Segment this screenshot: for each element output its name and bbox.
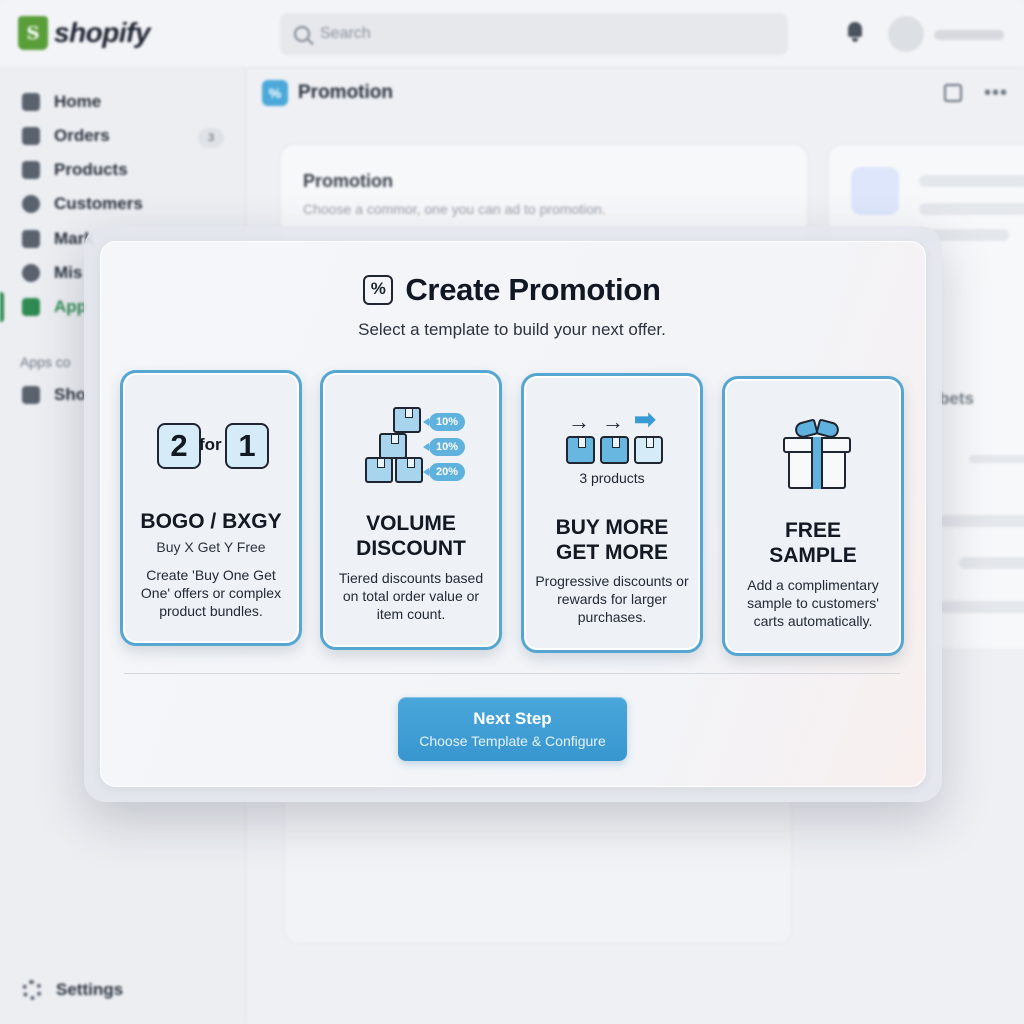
box-icon [365, 457, 393, 483]
shopify-bag-icon [18, 16, 48, 50]
store-icon [22, 386, 40, 404]
template-card-free-sample[interactable]: FREE SAMPLE Add a complimentary sample t… [722, 376, 904, 656]
placeholder-line [919, 203, 1024, 215]
box-icon [395, 457, 423, 483]
template-description: Create 'Buy One Get One' offers or compl… [140, 567, 282, 619]
template-name-line1: VOLUME [366, 512, 456, 535]
modal-subtitle: Select a template to build your next off… [358, 320, 666, 339]
modal-divider [124, 673, 900, 674]
home-icon [22, 93, 40, 111]
orders-count-badge: 3 [198, 128, 224, 148]
bell-icon[interactable] [846, 22, 864, 42]
search-input[interactable]: Search [280, 13, 788, 55]
products-caption: 3 products [579, 470, 645, 486]
more-actions-icon[interactable]: ••• [984, 83, 1008, 103]
shopify-logo[interactable]: shopify [18, 16, 151, 50]
next-step-button[interactable]: Next Step Choose Template & Configure [398, 697, 627, 761]
settings-label: Settings [56, 980, 124, 999]
search-icon [294, 26, 310, 42]
template-name-line2: DISCOUNT [356, 537, 466, 560]
tier-badge: 10% [423, 438, 465, 456]
top-bar: shopify Search [0, 0, 1024, 68]
next-step-label: Next Step [473, 709, 552, 728]
chart-icon [22, 230, 40, 248]
gift-icon [783, 418, 851, 491]
tier-badge: 20% [423, 463, 465, 481]
sidebar-item-orders[interactable]: Orders [22, 126, 110, 146]
template-description: Progressive discounts or rewards for lar… [535, 573, 689, 625]
for-label: for [199, 435, 222, 454]
number-two-box: 2 [157, 423, 201, 469]
sidebar-item-shop[interactable]: Sho [22, 385, 86, 405]
sidebar-item-home[interactable]: Home [22, 92, 101, 112]
sidebar-item-label: Home [54, 92, 102, 111]
template-name-line2: GET MORE [555, 541, 668, 564]
tier-badge: 10% [423, 413, 465, 431]
card-title: Promotion [303, 171, 393, 191]
placeholder-line [939, 601, 1024, 613]
settings-gear-icon [22, 980, 42, 1000]
sidebar-item-label: Customers [54, 194, 143, 213]
store-view-icon[interactable] [944, 84, 962, 102]
cart-icon [851, 167, 899, 215]
product-box-icon [600, 436, 629, 464]
sidebar-item-products[interactable]: Products [22, 160, 128, 180]
avatar[interactable] [888, 16, 924, 52]
arrow-right-bold-icon: ➡ [634, 404, 656, 434]
page-title: Promotion [298, 82, 393, 103]
sidebar-item-label: Sho [54, 385, 87, 404]
sidebar-item-marketing[interactable]: Mark [22, 229, 94, 249]
product-box-icon [566, 436, 595, 464]
arrow-right-icon: → [568, 409, 590, 434]
sidebar-item-label: Orders [54, 126, 110, 145]
two-for-one-icon: 2 for 1 [157, 421, 271, 473]
person-icon [22, 195, 40, 213]
template-name-line1: BUY MORE [555, 516, 669, 539]
sidebar-section-label: Apps co [20, 354, 71, 370]
side-card-heading: bets [939, 389, 974, 408]
box-icon [393, 407, 421, 433]
side-card-pill [969, 455, 1024, 463]
placeholder-line [959, 557, 1024, 569]
template-name-line2: SAMPLE [769, 544, 857, 567]
header-actions: ••• [944, 83, 1008, 103]
template-name-line1: FREE [784, 519, 841, 542]
template-card-bogo[interactable]: 2 for 1 BOGO / BXGY Buy X Get Y Free Cre… [120, 370, 302, 646]
sidebar-item-customers[interactable]: Customers [22, 194, 143, 214]
placeholder-line [939, 515, 1024, 527]
template-tagline: Buy X Get Y Free [156, 539, 266, 555]
search-placeholder: Search [320, 25, 371, 42]
next-step-sublabel: Choose Template & Configure [419, 733, 606, 749]
sidebar-item-label: Products [54, 160, 128, 179]
number-one-box: 1 [225, 423, 269, 469]
modal-header: % Create Promotion [0, 272, 1024, 308]
brand-name: shopify [54, 17, 151, 48]
arrow-right-icon: → [602, 409, 624, 434]
template-card-buy-more-get-more[interactable]: → → ➡ 3 products BUY MORE GET MORE Progr… [521, 373, 703, 653]
template-description: Add a complimentary sample to customers'… [747, 577, 879, 629]
card-subtitle: Choose a commor, one you can ad to promo… [303, 201, 606, 217]
placeholder-line [919, 175, 1024, 187]
page-header: % Promotion [262, 80, 393, 106]
username[interactable] [934, 30, 1004, 40]
percent-icon: % [262, 80, 288, 106]
box-icon [379, 433, 407, 459]
background-content-card [284, 800, 792, 944]
product-box-icon [634, 436, 663, 464]
orders-icon [22, 127, 40, 145]
template-description: Tiered discounts based on total order va… [338, 570, 484, 622]
percent-tag-icon: % [363, 275, 394, 305]
sidebar-item-settings[interactable]: Settings [22, 980, 123, 1000]
template-name: BOGO / BXGY [140, 510, 282, 533]
tag-icon [22, 161, 40, 179]
template-card-volume-discount[interactable]: 10% 10% 20% VOLUME DISCOUNT Tiered disco… [320, 370, 502, 650]
modal-title: Create Promotion [405, 272, 661, 307]
